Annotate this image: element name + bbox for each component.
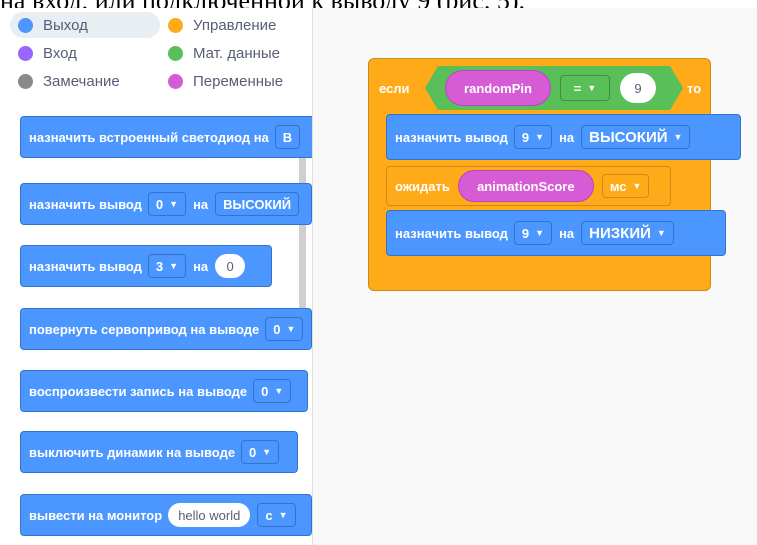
category-label: Вход <box>43 44 77 62</box>
then-label: то <box>687 81 702 96</box>
animationscore-variable[interactable]: animationScore <box>457 170 594 202</box>
block-label: назначить вывод <box>395 129 508 145</box>
category-label: Мат. данные <box>193 44 281 62</box>
operator-dropdown[interactable]: = ▼ <box>560 75 610 101</box>
pin-dropdown[interactable]: 9 ▼ <box>513 125 553 149</box>
dropdown-arrow-icon: ▼ <box>169 261 179 271</box>
randompin-variable[interactable]: randomPin <box>445 70 551 106</box>
dropdown-value: В <box>282 129 293 145</box>
category-dot-icon <box>168 45 183 61</box>
dropdown-arrow-icon: ▼ <box>262 447 272 457</box>
wait-block[interactable]: ожидать animationScore мс ▼ <box>386 166 671 206</box>
unit-dropdown[interactable]: мс ▼ <box>601 174 650 198</box>
value-input[interactable]: 0 <box>215 254 246 278</box>
category-dot-icon <box>168 73 183 89</box>
dropdown-value: 0 <box>261 383 269 399</box>
dropdown-arrow-icon: ▼ <box>587 83 597 93</box>
print-block[interactable]: вывести на монитор hello world с ▼ <box>20 494 312 536</box>
category-output[interactable]: Выход <box>10 12 160 38</box>
led-state-dropdown[interactable]: В <box>274 125 301 149</box>
dropdown-arrow-icon: ▼ <box>632 181 642 191</box>
dropdown-value: 0 <box>155 196 164 212</box>
block-label: назначить вывод <box>395 225 508 241</box>
dropdown-value: ВЫСОКИЙ <box>223 196 292 212</box>
category-label: Выход <box>43 16 88 34</box>
keyword-label: на <box>559 225 575 241</box>
category-dot-icon <box>18 45 33 61</box>
pin-dropdown[interactable]: 0 ▼ <box>147 192 187 216</box>
dropdown-value: 3 <box>155 258 164 274</box>
block-label: повернуть сервопривод на выводе <box>29 321 260 337</box>
block-label: воспроизвести запись на выводе <box>29 383 248 399</box>
category-dot-icon <box>18 17 33 33</box>
dropdown-value: 9 <box>521 225 530 241</box>
set-pin-low-block[interactable]: назначить вывод 9 ▼ на НИЗКИЙ ▼ <box>386 210 726 256</box>
keyword-label: на <box>559 129 575 145</box>
pin-dropdown[interactable]: 0 ▼ <box>265 317 304 341</box>
dropdown-value: ВЫСОКИЙ <box>589 128 668 146</box>
dropdown-value: = <box>573 80 582 96</box>
dropdown-arrow-icon: ▼ <box>656 228 666 238</box>
dropdown-arrow-icon: ▼ <box>286 324 296 334</box>
block-label: вывести на монитор <box>29 507 163 523</box>
category-comment[interactable]: Замечание <box>10 68 160 94</box>
set-pin-high-block[interactable]: назначить вывод 9 ▼ на ВЫСОКИЙ ▼ <box>386 114 741 160</box>
category-control[interactable]: Управление <box>160 12 310 38</box>
keyword-label: на <box>193 258 209 274</box>
dropdown-value: 0 <box>249 444 257 460</box>
compare-value-input[interactable]: 9 <box>620 73 656 103</box>
category-math[interactable]: Мат. данные <box>160 40 310 66</box>
category-label: Переменные <box>193 72 284 90</box>
state-dropdown[interactable]: НИЗКИЙ ▼ <box>581 221 674 245</box>
dropdown-value: мс <box>609 178 627 194</box>
builtin-led-block[interactable]: назначить встроенный светодиод на В <box>20 116 312 158</box>
dropdown-arrow-icon: ▼ <box>535 132 545 142</box>
mode-dropdown[interactable]: с ▼ <box>257 503 296 527</box>
dropdown-arrow-icon: ▼ <box>278 510 288 520</box>
state-dropdown[interactable]: ВЫСОКИЙ <box>215 192 300 216</box>
category-dot-icon <box>18 73 33 89</box>
block-palette: Выход Управление Вход Мат. данные Замеча… <box>0 8 313 545</box>
block-label: ожидать <box>395 178 450 194</box>
category-input[interactable]: Вход <box>10 40 160 66</box>
set-pin-value-block[interactable]: назначить вывод 3 ▼ на 0 <box>20 245 272 287</box>
pin-dropdown[interactable]: 9 ▼ <box>513 221 553 245</box>
speaker-off-block[interactable]: выключить динамик на выводе 0 ▼ <box>20 431 298 473</box>
category-dot-icon <box>168 17 183 33</box>
pin-dropdown[interactable]: 0 ▼ <box>241 440 280 464</box>
dropdown-value: 9 <box>521 129 530 145</box>
category-list: Выход Управление Вход Мат. данные Замеча… <box>10 10 310 100</box>
message-input[interactable]: hello world <box>168 503 251 527</box>
dropdown-value: с <box>265 507 273 523</box>
servo-block[interactable]: повернуть сервопривод на выводе 0 ▼ <box>20 308 312 350</box>
block-label: назначить встроенный светодиод на <box>29 129 269 145</box>
dropdown-value: 0 <box>273 321 281 337</box>
set-pin-state-block[interactable]: назначить вывод 0 ▼ на ВЫСОКИЙ <box>20 183 312 225</box>
keyword-label: на <box>193 196 209 212</box>
if-label: если <box>379 81 410 96</box>
dropdown-value: НИЗКИЙ <box>589 224 651 242</box>
dropdown-arrow-icon: ▼ <box>274 386 284 396</box>
pin-dropdown[interactable]: 0 ▼ <box>253 379 292 403</box>
dropdown-arrow-icon: ▼ <box>673 132 683 142</box>
category-variables[interactable]: Переменные <box>160 68 310 94</box>
category-label: Замечание <box>43 72 120 90</box>
dropdown-arrow-icon: ▼ <box>535 228 545 238</box>
block-label: назначить вывод <box>29 258 142 274</box>
play-sound-block[interactable]: воспроизвести запись на выводе 0 ▼ <box>20 370 308 412</box>
block-label: назначить вывод <box>29 196 142 212</box>
pin-dropdown[interactable]: 3 ▼ <box>147 254 187 278</box>
category-label: Управление <box>193 16 277 34</box>
block-label: выключить динамик на выводе <box>29 444 236 460</box>
dropdown-arrow-icon: ▼ <box>169 199 179 209</box>
state-dropdown[interactable]: ВЫСОКИЙ ▼ <box>581 125 691 149</box>
